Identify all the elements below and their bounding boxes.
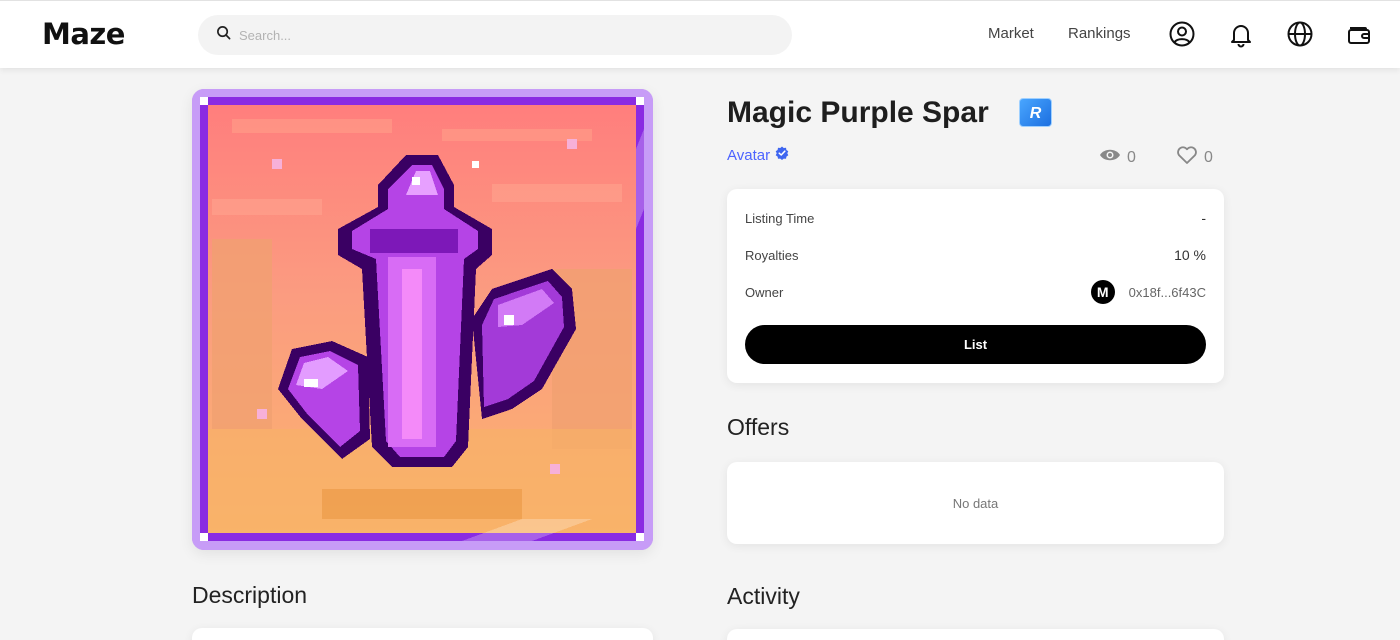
listing-time-label: Listing Time	[745, 210, 815, 226]
maze-logo[interactable]: Maze	[42, 18, 125, 50]
listing-time-value: -	[1201, 210, 1206, 226]
purple-crystal-pixel-art	[192, 89, 653, 550]
list-button[interactable]: List	[745, 325, 1206, 364]
search-bar[interactable]	[198, 15, 792, 55]
activity-card	[727, 629, 1224, 640]
listing-info-card: Listing Time - Royalties 10 % Owner M 0x…	[727, 189, 1224, 383]
user-circle-icon[interactable]	[1168, 20, 1196, 48]
description-heading: Description	[192, 582, 308, 608]
owner-address[interactable]: 0x18f...6f43C	[1129, 285, 1206, 300]
nav-market-link[interactable]: Market	[988, 25, 1034, 43]
nav-rankings-link[interactable]: Rankings	[1068, 25, 1131, 43]
top-nav-bar: Maze Market Rankings	[0, 0, 1400, 68]
offers-empty-text: No data	[952, 495, 999, 511]
owner-value[interactable]: M 0x18f...6f43C	[1090, 280, 1206, 304]
royalties-label: Royalties	[745, 247, 799, 263]
activity-heading: Activity	[727, 583, 800, 609]
offers-card: No data	[727, 462, 1224, 544]
likes-stat[interactable]: 0	[1176, 145, 1213, 171]
listing-time-row: Listing Time -	[745, 208, 1206, 228]
collection-name[interactable]: Avatar	[727, 147, 770, 165]
owner-label: Owner	[745, 284, 784, 300]
views-count: 0	[1127, 149, 1136, 166]
verified-badge-icon	[770, 146, 789, 165]
wallet-icon[interactable]	[1345, 20, 1373, 48]
royalties-row: Royalties 10 %	[745, 245, 1206, 265]
owner-avatar: M	[1090, 280, 1115, 304]
likes-count: 0	[1204, 149, 1213, 166]
views-stat: 0	[1099, 145, 1136, 171]
bell-icon[interactable]	[1227, 20, 1255, 48]
description-card	[192, 628, 653, 640]
search-icon	[216, 25, 231, 45]
heart-icon[interactable]	[1176, 145, 1204, 171]
collection-link[interactable]: Avatar	[727, 146, 789, 165]
offers-heading: Offers	[727, 414, 790, 440]
owner-row: Owner M 0x18f...6f43C	[745, 280, 1206, 304]
royalties-value: 10 %	[1174, 247, 1206, 263]
nft-title: Magic Purple Spar	[727, 96, 989, 129]
globe-icon[interactable]	[1286, 20, 1314, 48]
eye-icon	[1099, 145, 1127, 171]
search-input[interactable]	[239, 27, 759, 43]
nft-image[interactable]	[192, 89, 653, 550]
rarity-badge: R	[1019, 98, 1052, 127]
